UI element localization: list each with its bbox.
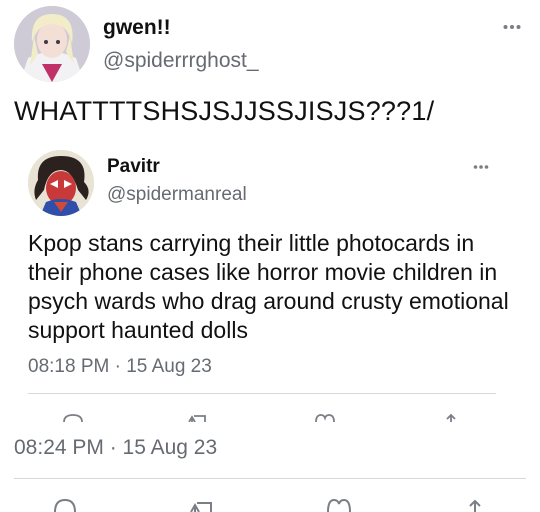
tweet-timestamp: 08:24 PM · 15 Aug 23: [14, 436, 218, 459]
more-dots-icon[interactable]: [473, 158, 489, 170]
reply-icon[interactable]: [52, 498, 78, 512]
tweet-text: WHATTTTSHSJSJJSSJISJS???1/: [14, 96, 435, 126]
share-icon[interactable]: [466, 498, 484, 512]
author-handle[interactable]: @spiderrrghost_: [103, 49, 259, 73]
quoted-author-display-name[interactable]: Pavitr: [107, 156, 160, 178]
like-icon[interactable]: [326, 498, 352, 512]
like-icon[interactable]: [314, 413, 336, 422]
divider: [14, 478, 526, 479]
pavitr-avatar[interactable]: [28, 150, 94, 216]
retweet-icon[interactable]: [187, 500, 217, 512]
reply-icon[interactable]: [62, 414, 84, 422]
share-icon[interactable]: [444, 413, 458, 422]
quoted-tweet-timestamp: 08:18 PM · 15 Aug 23: [28, 356, 212, 377]
quoted-tweet-text: Kpop stans carrying their little photoca…: [28, 230, 509, 343]
divider: [28, 393, 496, 394]
retweet-icon[interactable]: [186, 414, 210, 422]
author-display-name[interactable]: gwen!!: [103, 16, 171, 40]
more-dots-icon[interactable]: [503, 18, 521, 30]
gwen-avatar[interactable]: [14, 6, 90, 82]
quoted-author-handle[interactable]: @spidermanreal: [107, 184, 247, 206]
